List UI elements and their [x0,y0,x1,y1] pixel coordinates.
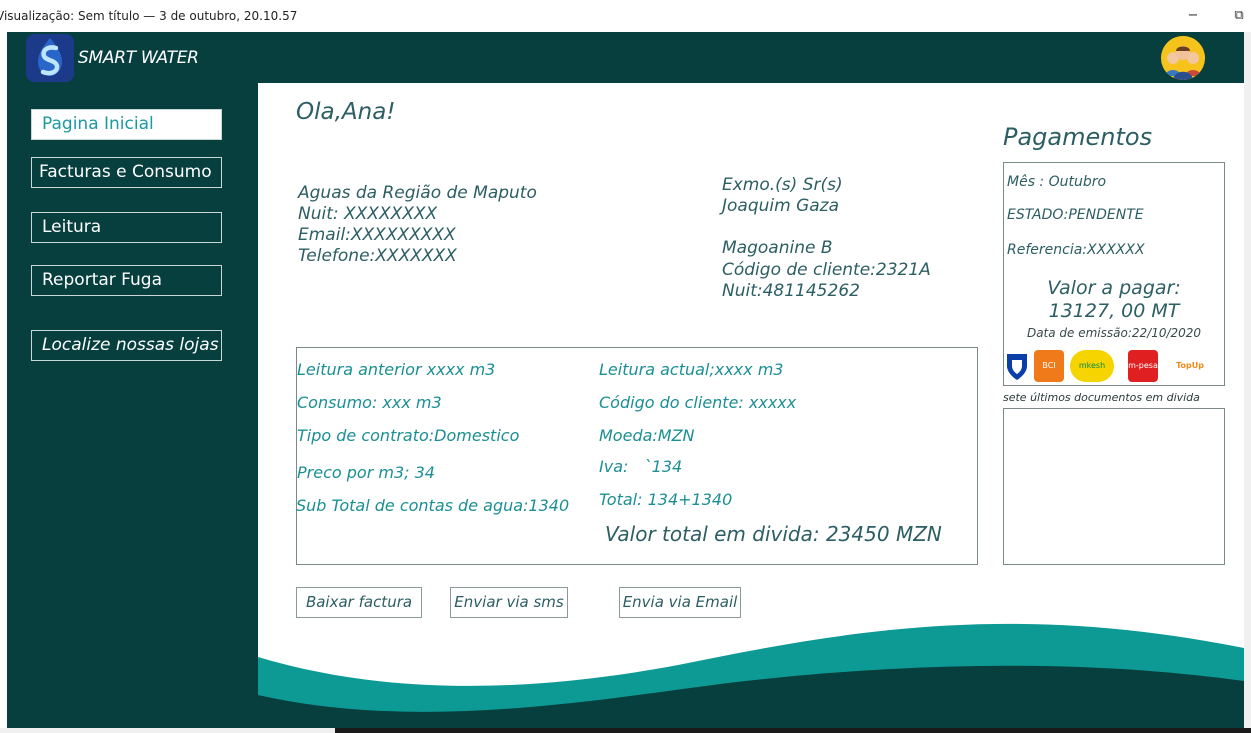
detail-right: Código do cliente: xxxxx [599,393,797,412]
user-group-avatar-icon[interactable] [1161,36,1205,80]
brand-name: SMART WATER [78,48,199,68]
amount-label: Valor a pagar: [1047,277,1181,299]
vertical-scrollbar[interactable] [1244,32,1251,728]
detail-left: Consumo: xxx m3 [297,393,442,412]
scrollbar-thumb[interactable] [335,728,1251,733]
client-address: Magoanine B [722,238,833,258]
main-content: Ola,Ana! Aguas da Região de Maputo Nuit:… [258,83,1244,728]
detail-left: Leitura anterior xxxx m3 [297,360,496,379]
company-phone: Telefone:XXXXXXX [298,246,457,266]
client-name: Joaquim Gaza [722,196,840,216]
payment-status: ESTADO:PENDENTE [1007,207,1144,223]
send-email-button[interactable]: Envia via Email [619,587,741,618]
mpesa-icon[interactable]: m-pesa [1128,350,1158,382]
total-debt: Valor total em divida: 23450 MZN [605,522,942,546]
company-name: Aguas da Região de Maputo [298,183,537,203]
sidebar-item-facturas-consumo[interactable]: Facturas e Consumo [31,157,222,188]
window-titlebar: Visualização: Sem título — 3 de outubro,… [0,0,1251,32]
restore-button[interactable]: ⧉ [1228,6,1250,26]
greeting: Ola,Ana! [296,99,396,125]
window-title: Visualização: Sem título — 3 de outubro,… [0,9,298,23]
payment-reference: Referencia:XXXXXX [1007,242,1145,258]
amount-value: 13127, 00 MT [1048,300,1180,322]
detail-left: Preco por m3; 34 [297,463,435,482]
detail-right: Leitura actual;xxxx m3 [599,360,784,379]
payment-month: Mês : Outubro [1007,174,1107,190]
horizontal-scrollbar[interactable] [0,728,1251,733]
standard-bank-icon[interactable] [1005,350,1029,382]
detail-right: Total: 134+1340 [599,490,733,509]
documents-label: sete últimos documentos em divida [1003,391,1200,404]
mkesh-icon[interactable]: mkesh [1070,350,1114,382]
sidebar-item-localize-lojas[interactable]: Localize nossas lojas [31,330,222,361]
app-window: SMART WATER Pagina Inicial Facturas e Co… [7,32,1244,728]
bci-icon[interactable]: BCI [1034,350,1064,382]
detail-left: Sub Total de contas de agua:1340 [296,496,570,515]
documents-list[interactable] [1003,408,1225,565]
detail-left: Tipo de contrato:Domestico [297,426,520,445]
client-nuit: Nuit:481145262 [722,281,860,301]
company-email: Email:XXXXXXXXX [298,225,456,245]
download-invoice-button[interactable]: Baixar factura [296,587,422,618]
client-salutation: Exmo.(s) Sr(s) [722,175,843,195]
detail-right: Moeda:MZN [599,426,695,445]
detail-right: Iva: `134 [599,457,683,476]
company-nuit: Nuit: XXXXXXXX [298,204,438,224]
issue-date: Data de emissão:22/10/2020 [1026,326,1202,340]
minimize-button[interactable]: − [1182,6,1204,26]
topup-icon[interactable]: TopUp [1169,350,1211,382]
payments-title: Pagamentos [1003,123,1153,151]
send-sms-button[interactable]: Enviar via sms [450,587,568,618]
sidebar-item-leitura[interactable]: Leitura [31,212,222,243]
sidebar-item-pagina-inicial[interactable]: Pagina Inicial [31,109,222,140]
water-drop-s-icon [26,34,74,82]
sidebar-item-reportar-fuga[interactable]: Reportar Fuga [31,265,222,296]
client-code: Código de cliente:2321A [722,260,931,280]
